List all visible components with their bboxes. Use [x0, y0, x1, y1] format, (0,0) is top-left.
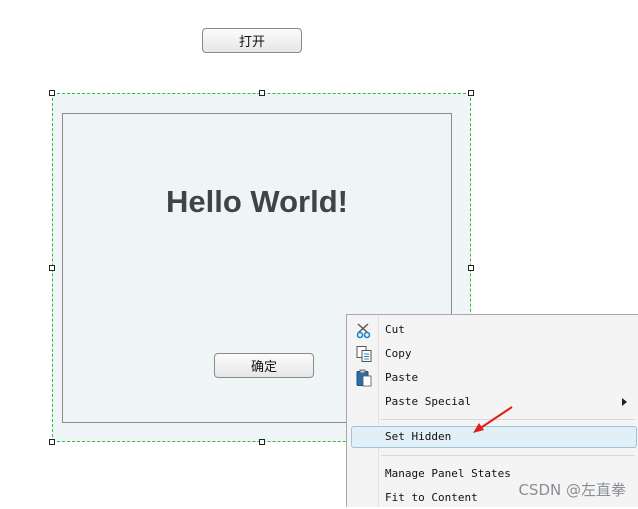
menu-item-paste[interactable]: Paste: [351, 367, 637, 389]
annotation-arrow-icon: [473, 406, 513, 433]
clipboard-icon: [355, 369, 373, 387]
resize-handle-top-left[interactable]: [49, 90, 55, 96]
menu-item-label: Cut: [385, 323, 405, 336]
copy-icon: [355, 345, 373, 363]
open-button-label: 打开: [238, 35, 265, 50]
watermark: CSDN @左直拳: [518, 481, 626, 499]
menu-item-label: Copy: [385, 347, 412, 360]
menu-item-label: Paste: [385, 371, 419, 384]
ok-button-label: 确定: [250, 360, 277, 375]
hello-heading: Hello World!: [166, 184, 348, 219]
menu-item-label: Manage Panel States: [385, 467, 511, 480]
resize-handle-top-center[interactable]: [259, 90, 265, 96]
menu-item-copy[interactable]: Copy: [351, 343, 637, 365]
menu-separator: [381, 455, 635, 456]
menu-item-label: Set Hidden: [385, 430, 452, 443]
submenu-arrow-icon: [622, 398, 627, 406]
resize-handle-bottom-center[interactable]: [259, 439, 265, 445]
ok-button[interactable]: 确定: [214, 353, 314, 378]
resize-handle-middle-right[interactable]: [468, 265, 474, 271]
menu-item-label: Paste Special: [385, 395, 472, 408]
scissors-icon: [355, 321, 373, 339]
open-button[interactable]: 打开: [202, 28, 302, 53]
resize-handle-bottom-left[interactable]: [49, 439, 55, 445]
menu-item-cut[interactable]: Cut: [351, 319, 637, 341]
resize-handle-middle-left[interactable]: [49, 265, 55, 271]
resize-handle-top-right[interactable]: [468, 90, 474, 96]
menu-item-label: Fit to Content: [385, 491, 478, 504]
